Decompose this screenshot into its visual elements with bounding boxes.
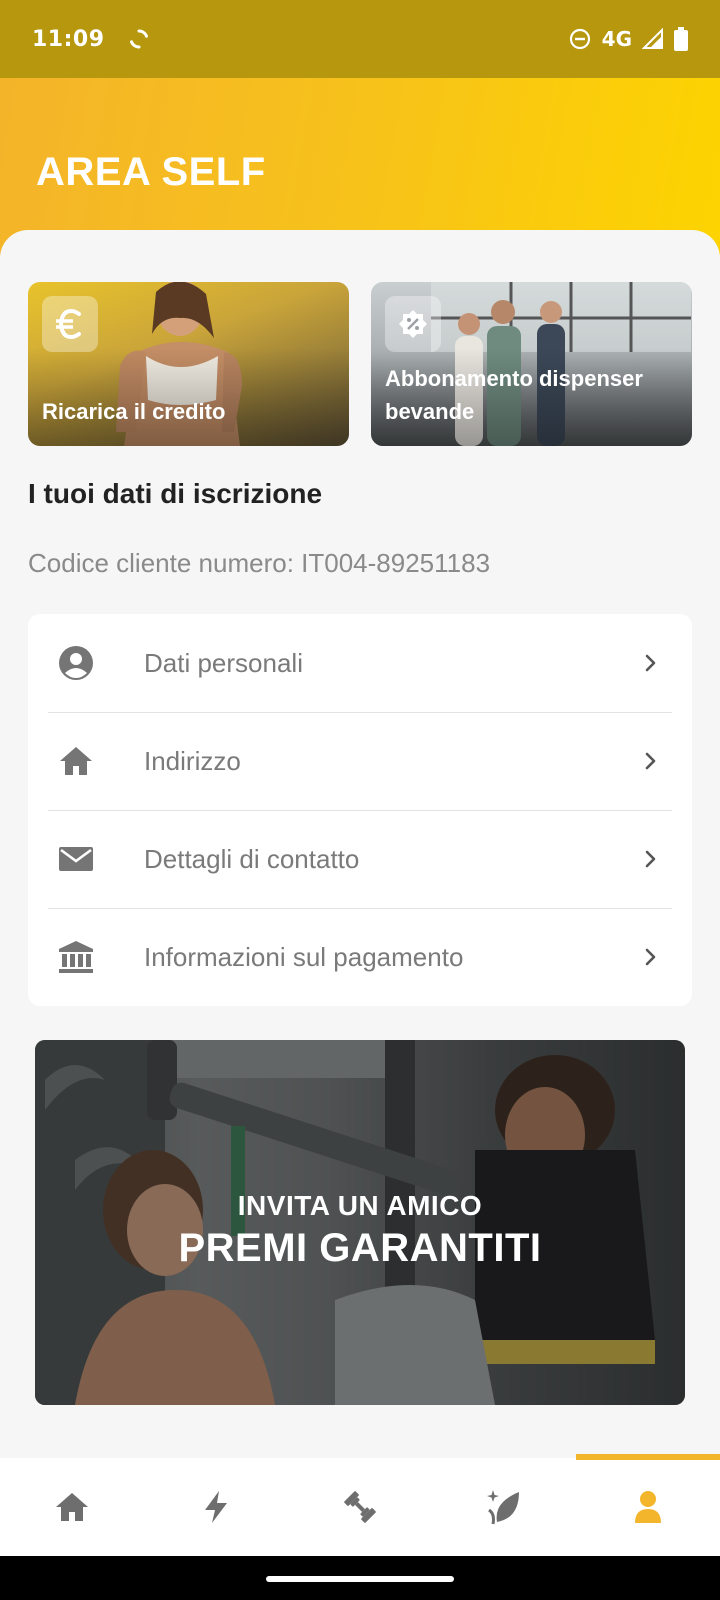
chevron-right-icon (645, 850, 656, 868)
banner-subtitle: INVITA UN AMICO (237, 1190, 483, 1221)
battery-icon (674, 27, 688, 51)
chevron-right-icon (645, 654, 656, 672)
menu-item-label: Dati personali (144, 647, 303, 678)
nav-profile[interactable] (576, 1454, 720, 1556)
profile-icon (635, 1491, 661, 1523)
registration-menu: Dati personali Indirizzo Dettagli di con… (28, 614, 692, 1006)
banner-overlay (35, 1040, 685, 1405)
sync-icon (129, 29, 148, 49)
euro-icon (42, 296, 98, 352)
home-icon (48, 745, 104, 777)
signal-icon (642, 28, 663, 49)
chevron-right-icon (645, 948, 656, 966)
status-time: 11:09 (32, 26, 105, 52)
network-type: 4G (601, 27, 632, 51)
menu-item-label: Informazioni sul pagamento (144, 941, 464, 972)
invite-friend-banner[interactable]: INVITA UN AMICO PREMI GARANTITI (35, 1040, 685, 1405)
nav-activities[interactable] (144, 1458, 288, 1556)
menu-item-address[interactable]: Indirizzo (28, 712, 692, 810)
drink-dispenser-card[interactable]: Abbonamento dispenser bevande (371, 282, 692, 446)
system-gesture-bar (0, 1556, 720, 1600)
lightning-icon (205, 1491, 227, 1523)
chevron-right-icon (645, 752, 656, 770)
mail-icon (48, 845, 104, 873)
do-not-disturb-icon (569, 28, 590, 50)
drink-dispenser-label: Abbonamento dispenser bevande (385, 366, 643, 424)
status-bar: 11:09 4G (0, 0, 720, 78)
promo-cards: Ricarica il credito Abbonamento dispense… (28, 282, 692, 446)
menu-item-contact-details[interactable]: Dettagli di contatto (28, 810, 692, 908)
section-title: I tuoi dati di iscrizione (28, 478, 323, 509)
menu-item-personal-data[interactable]: Dati personali (28, 614, 692, 712)
sparkle-leaf-icon (487, 1490, 519, 1525)
dumbbell-icon (344, 1491, 376, 1523)
content-sheet: Ricarica il credito Abbonamento dispense… (0, 230, 720, 1460)
client-code: Codice cliente numero: IT004-89251183 (28, 548, 491, 578)
home-gesture-handle[interactable] (266, 1576, 454, 1582)
bank-icon (48, 940, 104, 974)
recharge-credit-card[interactable]: Ricarica il credito (28, 282, 349, 446)
home-icon (56, 1493, 88, 1521)
page-title: AREA SELF (36, 150, 266, 194)
recharge-credit-label: Ricarica il credito (42, 399, 226, 424)
bottom-navigation (0, 1454, 720, 1556)
menu-item-payment-info[interactable]: Informazioni sul pagamento (28, 908, 692, 1006)
person-circle-icon (48, 645, 104, 681)
discount-badge-icon (385, 296, 441, 352)
menu-item-label: Indirizzo (144, 745, 241, 776)
nav-home[interactable] (0, 1458, 144, 1556)
nav-workout[interactable] (288, 1458, 432, 1556)
banner-title: PREMI GARANTITI (178, 1226, 542, 1270)
nav-wellness[interactable] (432, 1458, 576, 1556)
menu-item-label: Dettagli di contatto (144, 843, 360, 874)
